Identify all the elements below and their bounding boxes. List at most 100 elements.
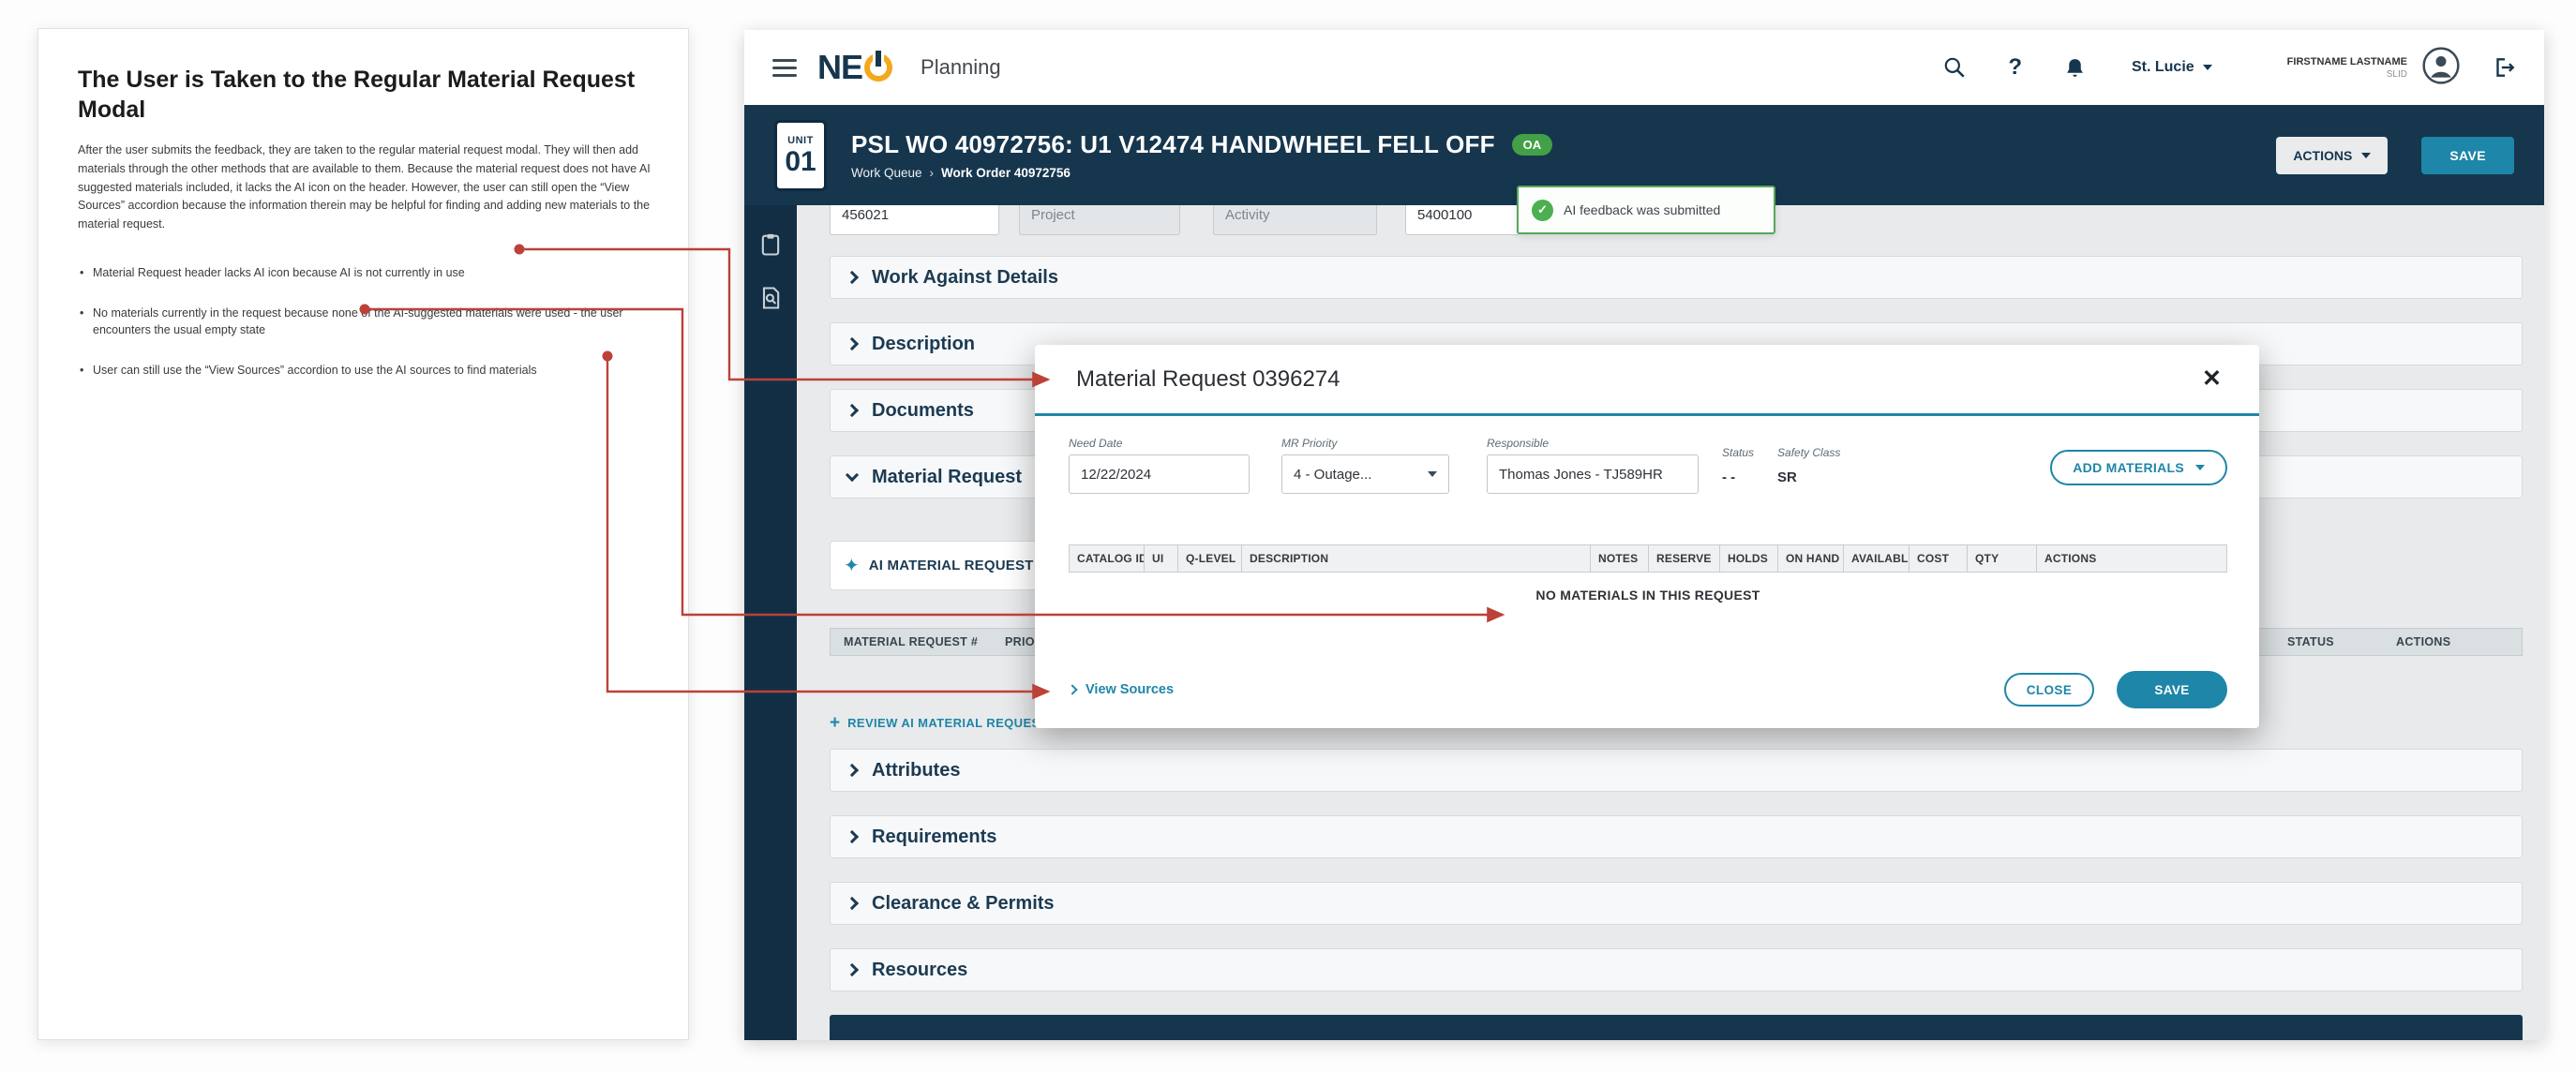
status-label: Status (1722, 446, 1754, 459)
column-actions: ACTIONS (2396, 635, 2509, 648)
col-ui: UI (1145, 545, 1178, 572)
site-selector[interactable]: St. Lucie (2132, 59, 2212, 76)
breadcrumb-work-order: Work Order 40972756 (941, 166, 1071, 180)
chevron-right-icon (846, 337, 859, 350)
close-icon[interactable]: ✕ (2202, 367, 2222, 391)
view-sources-accordion[interactable]: View Sources (1069, 682, 1174, 697)
column-status: STATUS (2287, 635, 2396, 648)
user-id: SLID (2287, 69, 2407, 80)
app-name: Planning (921, 55, 1001, 80)
section-clearance-permits[interactable]: Clearance & Permits (830, 882, 2523, 925)
plus-icon: + (830, 714, 840, 732)
unit-label: UNIT (787, 135, 814, 146)
annotation-bullet-list: Material Request header lacks AI icon be… (78, 264, 649, 380)
safety-class-label: Safety Class (1777, 446, 1840, 459)
chevron-right-icon (1067, 684, 1077, 694)
col-available: AVAILABLE (1844, 545, 1910, 572)
avatar[interactable] (2422, 47, 2460, 89)
materials-table-header: CATALOG ID UI Q-LEVEL DESCRIPTION NOTES … (1069, 544, 2227, 573)
responsible-input[interactable]: Thomas Jones - TJ589HR (1487, 454, 1699, 494)
field-code[interactable]: 5400100 (1405, 205, 1520, 235)
field-activity[interactable]: Activity (1213, 205, 1377, 235)
breadcrumb: Work Queue › Work Order 40972756 (851, 166, 1552, 180)
document-search-icon[interactable] (757, 285, 784, 314)
page: The User is Taken to the Regular Materia… (0, 0, 2576, 1072)
save-button[interactable]: SAVE (2421, 137, 2514, 174)
check-circle-icon: ✓ (1532, 200, 1553, 221)
need-date-input[interactable]: 12/22/2024 (1069, 454, 1250, 494)
responsible-label: Responsible (1487, 437, 1699, 450)
chevron-down-icon (1428, 471, 1437, 477)
modal-body: Need Date 12/22/2024 MR Priority 4 - Out… (1035, 416, 2259, 725)
user-info: FIRSTNAME LASTNAME SLID (2287, 56, 2407, 80)
chevron-down-icon (2203, 65, 2212, 70)
clipboard-icon[interactable] (757, 231, 784, 261)
material-request-modal: Material Request 0396274 ✕ Need Date 12/… (1035, 345, 2259, 728)
section-resources[interactable]: Resources (830, 948, 2523, 991)
review-ai-material-request-link[interactable]: + REVIEW AI MATERIAL REQUEST... (830, 714, 1058, 732)
section-attributes[interactable]: Attributes (830, 749, 2523, 792)
chevron-right-icon (846, 897, 859, 910)
bell-icon[interactable] (2063, 56, 2087, 80)
user-name: FIRSTNAME LASTNAME (2287, 56, 2407, 67)
add-materials-button[interactable]: ADD MATERIALS (2050, 450, 2227, 485)
safety-class-value: SR (1777, 469, 1840, 485)
chevron-down-icon (2361, 153, 2371, 158)
help-icon[interactable]: ? (2008, 54, 2022, 81)
close-button[interactable]: CLOSE (2004, 673, 2094, 707)
unit-number: 01 (785, 148, 816, 176)
chevron-down-icon (846, 469, 859, 482)
modal-title: Material Request 0396274 (1076, 366, 1340, 393)
annotation-bullet: Material Request header lacks AI icon be… (78, 264, 640, 282)
chevron-right-icon (846, 271, 859, 284)
power-o-icon (864, 53, 892, 82)
col-notes: NOTES (1591, 545, 1649, 572)
need-date-label: Need Date (1069, 437, 1250, 450)
actions-button[interactable]: ACTIONS (2276, 137, 2388, 174)
modal-header: Material Request 0396274 ✕ (1035, 345, 2259, 416)
status-badge: OA (1512, 134, 1553, 156)
site-label: St. Lucie (2132, 59, 2194, 76)
field-project[interactable]: Project (1019, 205, 1180, 235)
left-icon-rail (744, 205, 797, 1040)
empty-state-message: NO MATERIALS IN THIS REQUEST (1069, 588, 2227, 603)
col-qty: QTY (1968, 545, 2037, 572)
mr-priority-select[interactable]: 4 - Outage... (1281, 454, 1449, 494)
sign-out-icon[interactable] (2492, 55, 2516, 80)
annotation-card: The User is Taken to the Regular Materia… (37, 28, 689, 1040)
col-holds: HOLDS (1720, 545, 1778, 572)
breadcrumb-work-queue[interactable]: Work Queue (851, 166, 922, 180)
col-on-hand: ON HAND (1778, 545, 1844, 572)
annotation-body: After the user submits the feedback, the… (78, 141, 668, 234)
chevron-right-icon (846, 963, 859, 976)
logo-text: NE (817, 48, 862, 87)
status-value: - - (1722, 469, 1754, 485)
ai-sparkle-icon: ✦ (844, 557, 860, 575)
chevron-right-icon (846, 830, 859, 843)
chevron-right-icon (846, 404, 859, 417)
annotation-bullet: No materials currently in the request be… (78, 305, 640, 340)
col-q-level: Q-LEVEL (1178, 545, 1242, 572)
annotation-bullet: User can still use the “View Sources” ac… (78, 362, 640, 380)
neo-logo: NE (817, 48, 892, 87)
column-material-request: MATERIAL REQUEST # (844, 635, 1005, 648)
work-order-title: PSL WO 40972756: U1 V12474 HANDWHEEL FEL… (851, 130, 1495, 159)
col-reserve: RESERVE (1649, 545, 1720, 572)
unit-badge: UNIT 01 (774, 120, 827, 191)
section-requirements[interactable]: Requirements (830, 815, 2523, 858)
col-catalog-id: CATALOG ID (1070, 545, 1145, 572)
search-icon[interactable] (1942, 55, 1967, 80)
menu-icon[interactable] (772, 59, 797, 77)
breadcrumb-separator: › (930, 166, 935, 180)
modal-save-button[interactable]: SAVE (2117, 671, 2227, 708)
chevron-right-icon (846, 764, 859, 777)
field-number[interactable]: 456021 (830, 205, 999, 235)
mr-priority-label: MR Priority (1281, 437, 1449, 450)
section-work-against-details[interactable]: Work Against Details (830, 256, 2523, 299)
toast-message: AI feedback was submitted (1564, 202, 1720, 217)
toast-notification: ✓ AI feedback was submitted (1517, 186, 1775, 234)
modal-fields-row: Need Date 12/22/2024 MR Priority 4 - Out… (1069, 437, 2227, 494)
work-order-titles: PSL WO 40972756: U1 V12474 HANDWHEEL FEL… (851, 130, 1552, 180)
section-partial[interactable] (830, 1015, 2523, 1040)
ai-material-request-card[interactable]: ✦ AI MATERIAL REQUEST 03... (830, 541, 1052, 590)
